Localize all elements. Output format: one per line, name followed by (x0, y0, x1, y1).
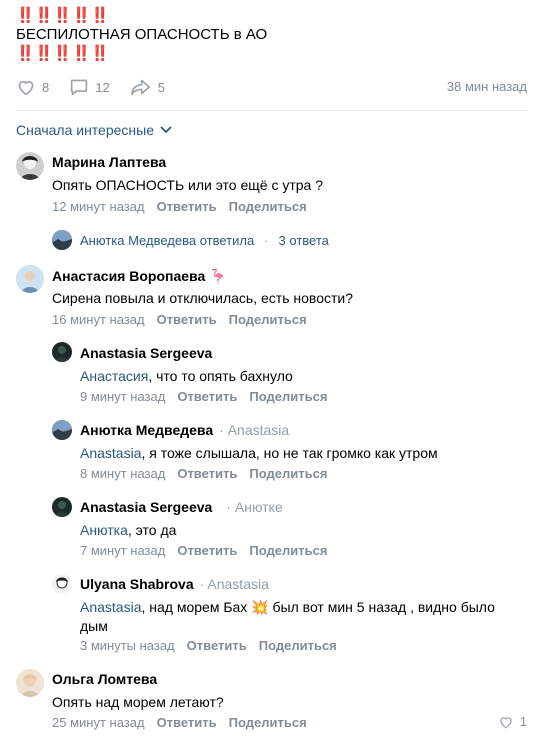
reply-to-target[interactable]: Anastasia (207, 576, 268, 592)
avatar (52, 230, 72, 250)
reply-to-name[interactable]: · Anastasia (200, 576, 269, 592)
sort-dropdown[interactable]: Сначала интересные (16, 122, 172, 138)
comment-time: 9 минут назад (80, 389, 166, 404)
comment-time: 16 минут назад (52, 312, 145, 327)
reply-to-target[interactable]: Anastasia (228, 422, 289, 438)
replies-count: 3 ответа (278, 232, 329, 248)
comment-text: Опять над морем летают? (52, 694, 224, 710)
separator-dot: · (264, 232, 269, 248)
heart-icon (18, 80, 34, 96)
comment-body: , это да (127, 522, 177, 538)
post-time: 38 мин назад (446, 79, 527, 94)
share-link[interactable]: Поделиться (259, 638, 337, 653)
comment-meta: 9 минут назад Ответить Поделиться (80, 389, 339, 404)
comment-body: , что то опять бахнуло (148, 368, 293, 384)
comment-author: Anastasia Sergeeva · Анютке (80, 499, 283, 515)
share-link[interactable]: Поделиться (249, 466, 327, 481)
like-count: 8 (42, 79, 50, 95)
comment-text: Сирена повыла и отключилась, есть новост… (52, 290, 353, 306)
comment-like-button[interactable]: 1 (498, 714, 527, 729)
reply-button[interactable]: Ответить (177, 466, 237, 481)
share-link[interactable]: Поделиться (249, 389, 327, 404)
reply-button[interactable]: Ответить (157, 312, 217, 327)
reply-button[interactable]: Ответить (187, 638, 247, 653)
share-link[interactable]: Поделиться (249, 543, 327, 558)
post-body: ‼️‼️‼️‼️‼️ БЕСПИЛОТНАЯ ОПАСНОСТЬ в АО ‼️… (16, 6, 527, 63)
avatar[interactable] (16, 265, 44, 293)
comment-text: Anastasia, я тоже слышала, но не так гро… (80, 444, 438, 463)
avatar[interactable] (52, 342, 72, 362)
comment-meta: 16 минут назад Ответить Поделиться (52, 312, 319, 327)
divider (16, 110, 527, 111)
comment-author[interactable]: Анастасия Воропаева 🦩 (52, 268, 227, 285)
reply-button[interactable]: Ответить (177, 543, 237, 558)
reply-button[interactable]: Ответить (177, 389, 237, 404)
comment-icon (71, 79, 88, 96)
author-name[interactable]: Ulyana Shabrova (80, 576, 194, 592)
comment-time: 25 минут назад (52, 715, 145, 730)
comment-button[interactable]: 12 (69, 78, 110, 96)
comment-author[interactable]: Марина Лаптева (52, 154, 166, 170)
avatar[interactable] (16, 152, 44, 180)
mention-link[interactable]: Anastasia (80, 599, 141, 615)
reply-button[interactable]: Ответить (157, 199, 217, 214)
reply-button[interactable]: Ответить (157, 715, 217, 730)
flamingo-icon: 🦩 (209, 268, 227, 284)
comment-author: Ulyana Shabrova · Anastasia (80, 576, 269, 592)
chevron-down-icon (160, 126, 172, 134)
post-text: БЕСПИЛОТНАЯ ОПАСНОСТЬ в АО (16, 26, 268, 43)
post-stats: 8 12 5 38 мин назад (16, 76, 527, 98)
reply-to-name[interactable]: · Anastasia (219, 422, 289, 438)
comment-author[interactable]: Anastasia Sergeeva (80, 345, 212, 361)
avatar[interactable] (52, 574, 72, 594)
replies-summary[interactable]: Анютка Медведева ответила · 3 ответа (52, 230, 329, 250)
comment-time: 7 минут назад (80, 543, 166, 558)
share-icon (130, 79, 150, 96)
mention-link[interactable]: Anastasia (80, 445, 141, 461)
mention-link[interactable]: Анютка (80, 522, 128, 538)
reply-to-target[interactable]: Анютке (235, 499, 283, 515)
avatar[interactable] (52, 497, 72, 517)
share-link[interactable]: Поделиться (229, 715, 307, 730)
comment-body: , над морем Бах 💥 был вот мин 5 назад , … (80, 599, 495, 634)
share-link[interactable]: Поделиться (229, 312, 307, 327)
post-exclaim-bottom: ‼️‼️‼️‼️‼️ (16, 45, 110, 62)
comment-count: 12 (95, 79, 110, 95)
comment-author: Анютка Медведева · Anastasia (80, 422, 289, 438)
author-name[interactable]: Анютка Медведева (80, 422, 213, 438)
comment-text: Анютка, это да (80, 521, 176, 540)
avatar[interactable] (16, 669, 44, 697)
share-button[interactable]: 5 (130, 78, 165, 96)
author-name[interactable]: Anastasia Sergeeva (80, 499, 212, 515)
avatar[interactable] (52, 420, 72, 440)
mention-link[interactable]: Анастасия (80, 368, 148, 384)
share-link[interactable]: Поделиться (229, 199, 307, 214)
comment-time: 12 минут назад (52, 199, 145, 214)
comment-meta: 7 минут назад Ответить Поделиться (80, 543, 339, 558)
comment-text: Опять ОПАСНОСТЬ или это ещё с утра ? (52, 177, 324, 193)
share-count: 5 (157, 79, 165, 95)
comment-body: , я тоже слышала, но не так громко как у… (141, 445, 438, 461)
comment-meta: 3 минуты назад Ответить Поделиться (80, 638, 349, 653)
comment-time: 3 минуты назад (80, 638, 175, 653)
replies-author: Анютка Медведева ответила (80, 232, 255, 248)
author-name[interactable]: Анастасия Воропаева (52, 268, 205, 284)
heart-icon (500, 716, 512, 728)
comment-text: Anastasia, над морем Бах 💥 был вот мин 5… (80, 598, 500, 636)
sort-label: Сначала интересные (16, 122, 154, 138)
reply-to-name[interactable]: · Анютке (226, 499, 282, 515)
comment-meta: 25 минут назад Ответить Поделиться (52, 715, 319, 730)
post-exclaim-top: ‼️‼️‼️‼️‼️ (16, 7, 110, 24)
like-button[interactable]: 8 (16, 78, 49, 96)
comment-like-count: 1 (519, 714, 527, 729)
comment-meta: 12 минут назад Ответить Поделиться (52, 199, 319, 214)
comment-meta: 8 минут назад Ответить Поделиться (80, 466, 339, 481)
comment-text: Анастасия, что то опять бахнуло (80, 367, 293, 386)
comment-author[interactable]: Ольга Ломтева (52, 671, 157, 687)
comment-time: 8 минут назад (80, 466, 166, 481)
